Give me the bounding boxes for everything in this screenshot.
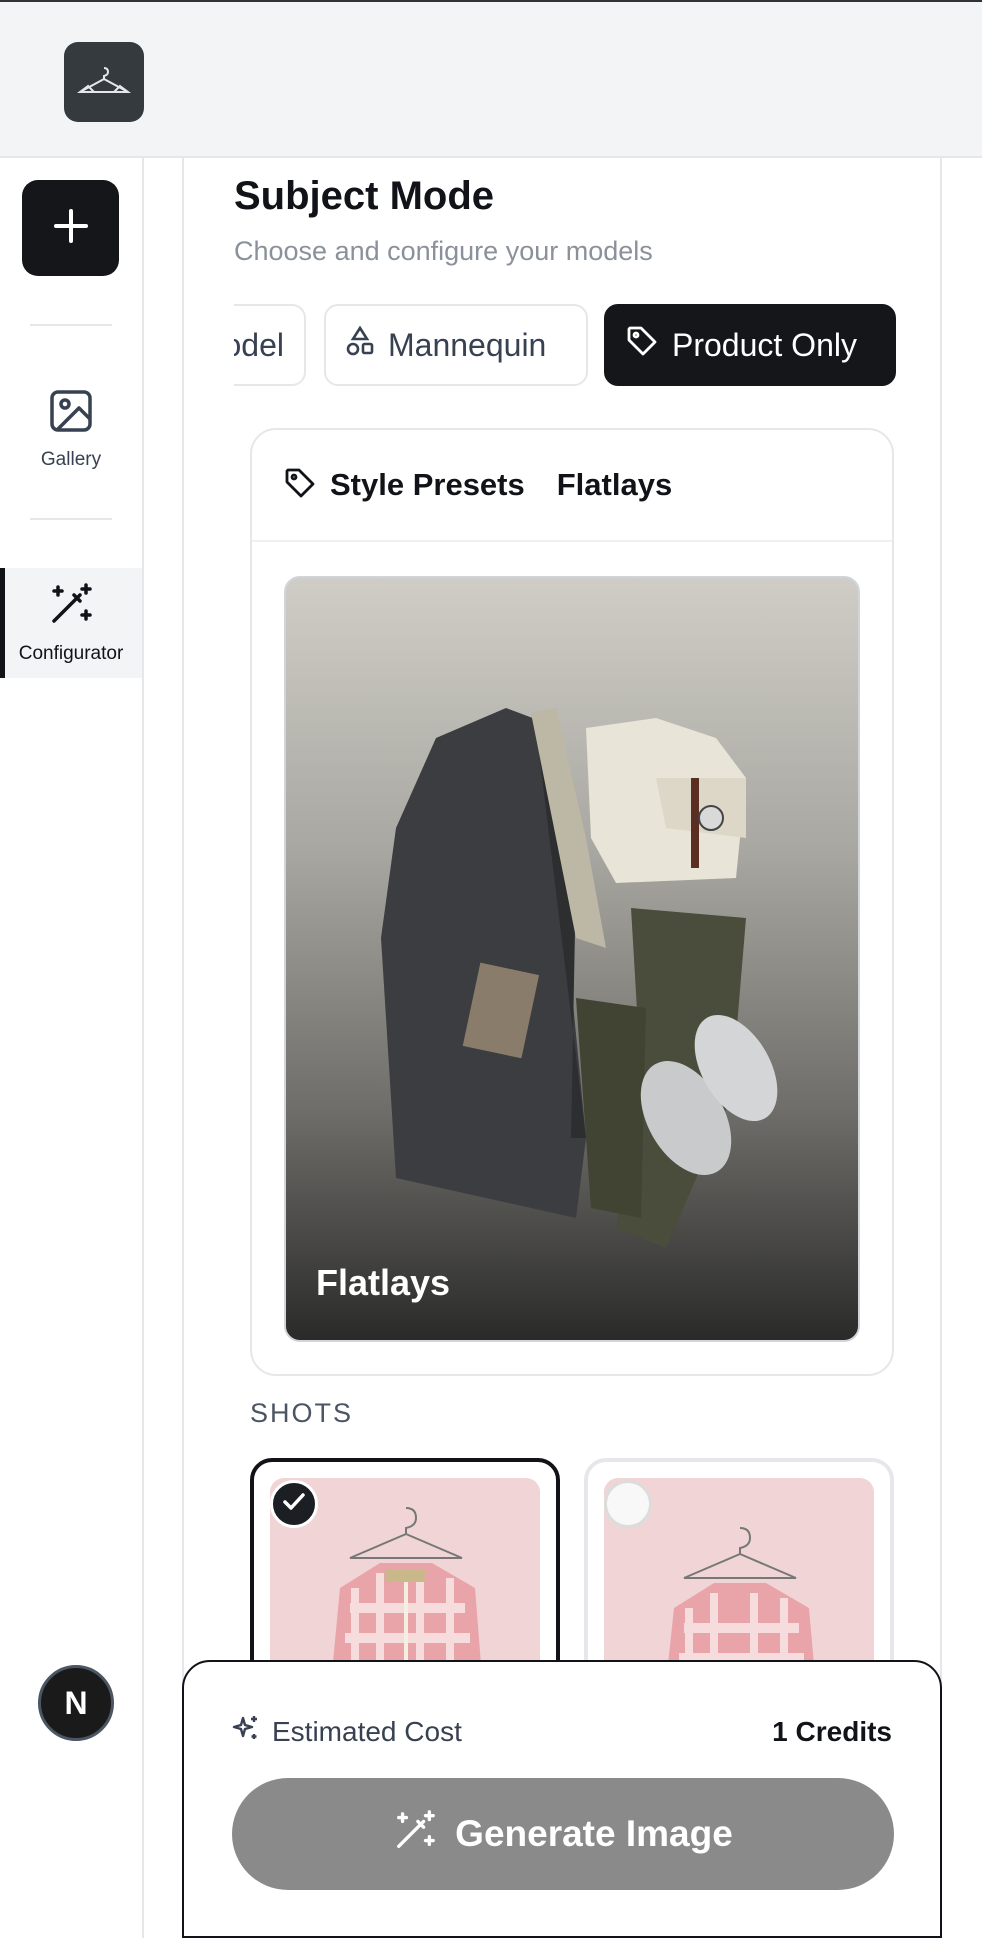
sidebar-item-label: Configurator [18,643,124,664]
generate-image-label: Generate Image [455,1813,733,1854]
sidebar-item-gallery[interactable]: Gallery [0,380,142,480]
shot-unselected-check[interactable] [604,1480,652,1528]
mode-label: Mannequin [388,326,547,363]
magic-wand-icon [48,581,94,643]
new-project-button[interactable] [22,180,119,276]
mode-product-only-button[interactable]: Product Only [604,304,896,386]
sparkles-icon [232,1714,260,1749]
check-icon [282,1492,306,1517]
shot-selected-check[interactable] [270,1480,318,1528]
generate-image-button[interactable]: Generate Image [232,1778,894,1890]
style-presets-header[interactable]: Style Presets Flatlays [252,430,892,542]
sidebar: Gallery Configurator N [0,158,144,1938]
tag-icon [626,325,658,365]
generation-footer: Estimated Cost 1 Credits Generate Image [182,1660,942,1938]
page-title: Subject Mode [234,174,495,218]
estimated-cost-row: Estimated Cost 1 Credits [232,1714,892,1749]
mode-label: Product Only [672,326,857,363]
page-subtitle: Choose and configure your models [234,236,653,266]
preset-caption: Flatlays [316,1262,451,1303]
tag-icon [284,467,316,504]
plus-icon [52,207,90,250]
top-bar [0,0,982,158]
estimated-cost-label-group: Estimated Cost [232,1714,462,1749]
user-avatar[interactable]: N [38,1665,114,1741]
mode-model-button[interactable]: odel [234,304,306,386]
shapes-icon [346,325,374,364]
avatar-letter: N [64,1684,88,1721]
image-icon [49,389,93,449]
preset-preview-image[interactable]: Flatlays [284,576,860,1342]
sidebar-item-label: Gallery [40,449,102,470]
style-presets-label: Style Presets [330,467,525,502]
sidebar-divider [30,324,112,326]
magic-wand-icon [393,1808,437,1861]
sidebar-divider [30,518,112,520]
sidebar-item-configurator[interactable]: Configurator [0,568,142,678]
flatlay-illustration [381,708,778,1248]
app-logo[interactable] [64,42,144,122]
mode-label: odel [234,326,284,363]
mode-mannequin-button[interactable]: Mannequin [324,304,588,386]
shots-section-label: SHOTS [250,1398,354,1428]
style-presets-card: Style Presets Flatlays Flatlays [250,428,894,1376]
hanger-icon [74,62,134,103]
style-presets-value: Flatlays [556,467,673,502]
estimated-cost-label: Estimated Cost [272,1715,462,1747]
mode-selector: odel Mannequin Product Only [234,304,904,388]
estimated-cost-value: 1 Credits [772,1715,892,1747]
